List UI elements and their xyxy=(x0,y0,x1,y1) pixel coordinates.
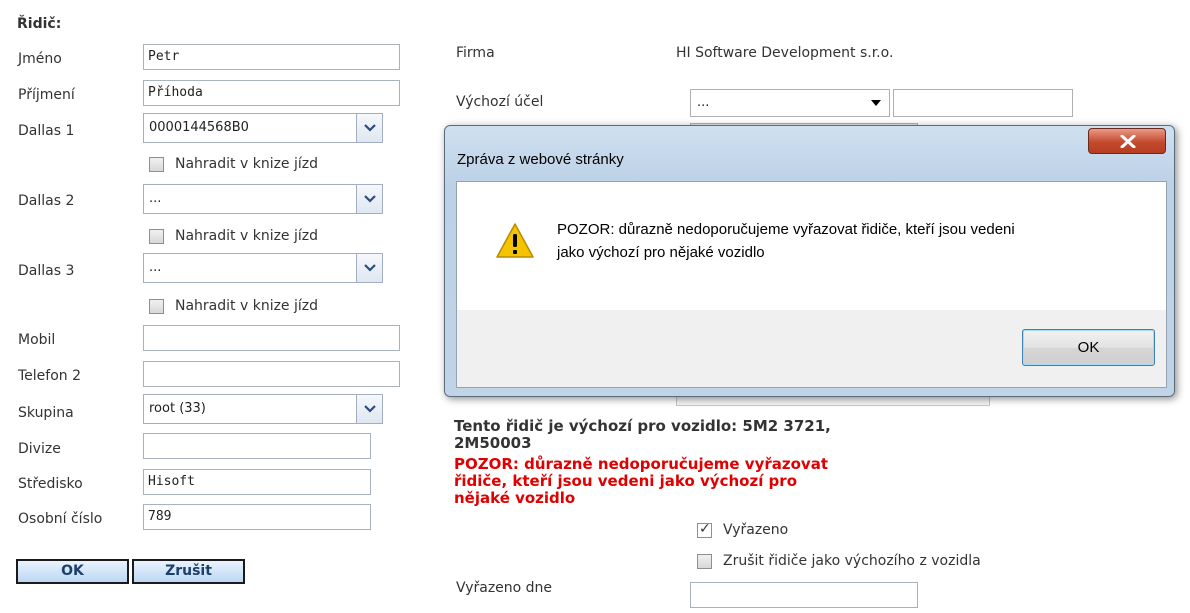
dallas3-label: Dallas 3 xyxy=(18,263,75,279)
vychozi-ucel-select[interactable]: ... xyxy=(690,89,890,117)
obscured-field-bottom xyxy=(676,396,990,406)
dallas3-dropdown-button[interactable] xyxy=(356,254,382,282)
warning-icon xyxy=(496,223,534,258)
dallas1-dropdown-button[interactable] xyxy=(356,114,382,142)
vyrazeno-dne-input[interactable] xyxy=(690,582,918,608)
dialog-close-button[interactable] xyxy=(1088,128,1166,154)
checkbox-box[interactable] xyxy=(149,157,164,172)
dallas2-value: ... xyxy=(149,191,162,206)
dialog-title: Zpráva z webové stránky xyxy=(457,151,624,168)
close-icon xyxy=(1120,135,1136,148)
osobni-cislo-label: Osobní číslo xyxy=(18,511,103,527)
warning-text: POZOR: důrazně nedoporučujeme vyřazovat … xyxy=(454,455,828,507)
checkbox-box[interactable] xyxy=(149,229,164,244)
skupina-label: Skupina xyxy=(18,405,74,421)
triangle-down-icon xyxy=(871,100,881,106)
mobil-label: Mobil xyxy=(18,332,56,348)
stredisko-input[interactable]: Hisoft xyxy=(143,469,371,495)
dallas2-select[interactable]: ... xyxy=(143,184,383,214)
mobil-input[interactable] xyxy=(143,325,400,351)
alert-dialog: Zpráva z webové stránky POZOR: důrazně n… xyxy=(444,125,1175,397)
chevron-down-icon xyxy=(364,195,376,203)
skupina-value: root (33) xyxy=(149,401,206,416)
osobni-cislo-input[interactable]: 789 xyxy=(143,504,371,530)
firma-label: Firma xyxy=(456,45,495,61)
ok-button[interactable]: OK xyxy=(16,559,129,584)
dallas3-value: ... xyxy=(149,260,162,275)
checkbox-box[interactable]: ✓ xyxy=(697,521,712,538)
dialog-ok-button[interactable]: OK xyxy=(1022,329,1155,366)
skupina-select[interactable]: root (33) xyxy=(143,394,383,424)
dallas2-dropdown-button[interactable] xyxy=(356,185,382,213)
dialog-message-area: POZOR: důrazně nedoporučujeme vyřazovat … xyxy=(457,182,1166,310)
chevron-down-icon xyxy=(364,264,376,272)
checkbox-label: Nahradit v knize jízd xyxy=(175,156,319,172)
dallas3-select[interactable]: ... xyxy=(143,253,383,283)
skupina-dropdown-button[interactable] xyxy=(356,395,382,423)
checkbox-label: Zrušit řidiče jako výchozího z vozidla xyxy=(723,553,981,569)
cancel-button[interactable]: Zrušit xyxy=(132,559,245,584)
dialog-message-line1: POZOR: důrazně nedoporučujeme vyřazovat … xyxy=(557,221,1015,238)
vychozi-ucel-label: Výchozí účel xyxy=(456,94,544,110)
stredisko-label: Středisko xyxy=(18,476,83,492)
checkbox-label: Nahradit v knize jízd xyxy=(175,228,319,244)
vychozi-ucel-value: ... xyxy=(697,95,710,110)
dallas1-select[interactable]: 0000144568B0 xyxy=(143,113,383,143)
prijmeni-input[interactable]: Příhoda xyxy=(143,80,400,106)
dallas1-value: 0000144568B0 xyxy=(149,120,249,135)
jmeno-label: Jméno xyxy=(18,51,62,67)
divize-input[interactable] xyxy=(143,433,371,459)
chevron-down-icon xyxy=(364,405,376,413)
vychozi-ucel-text-input[interactable] xyxy=(893,89,1073,117)
checkmark-icon: ✓ xyxy=(699,521,711,537)
checkbox-box[interactable] xyxy=(697,554,712,569)
chevron-down-icon xyxy=(364,124,376,132)
dallas2-label: Dallas 2 xyxy=(18,193,75,209)
section-title: Řidič: xyxy=(17,16,62,32)
firma-value: HI Software Development s.r.o. xyxy=(676,45,894,61)
telefon2-input[interactable] xyxy=(143,361,400,387)
dialog-message-line2: jako výchozí pro nějaké vozidlo xyxy=(557,244,765,261)
telefon2-label: Telefon 2 xyxy=(18,368,82,384)
checkbox-label: Nahradit v knize jízd xyxy=(175,298,319,314)
vyrazeno-dne-label: Vyřazeno dne xyxy=(456,580,553,596)
dialog-message: POZOR: důrazně nedoporučujeme vyřazovat … xyxy=(557,218,1137,264)
divize-label: Divize xyxy=(18,441,61,457)
dialog-body: POZOR: důrazně nedoporučujeme vyřazovat … xyxy=(456,181,1167,388)
checkbox-label: Vyřazeno xyxy=(723,522,789,538)
prijmeni-label: Příjmení xyxy=(18,87,75,103)
driver-form: Řidič: Jméno Petr Příjmení Příhoda Dalla… xyxy=(0,0,440,613)
dallas1-label: Dallas 1 xyxy=(18,123,75,139)
default-vehicle-info: Tento řidič je výchozí pro vozidlo: 5M2 … xyxy=(454,417,831,452)
checkbox-box[interactable] xyxy=(149,299,164,314)
jmeno-input[interactable]: Petr xyxy=(143,44,400,70)
